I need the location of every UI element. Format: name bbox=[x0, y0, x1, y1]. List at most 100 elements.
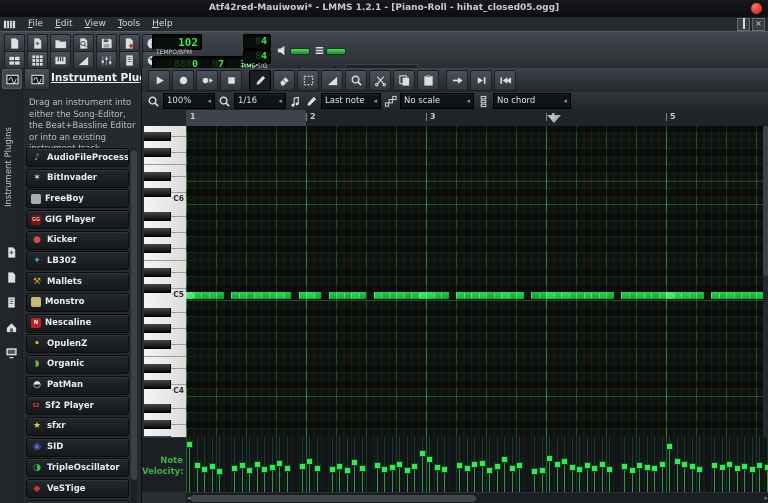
velocity-knob[interactable] bbox=[336, 463, 343, 471]
velocity-knob[interactable] bbox=[231, 465, 238, 473]
play-button[interactable] bbox=[148, 69, 170, 91]
horizontal-scrollbar[interactable]: ◂ ▸ bbox=[186, 492, 768, 503]
instrument-plugins-tab-icon[interactable] bbox=[24, 68, 50, 90]
black-key[interactable] bbox=[144, 420, 171, 429]
new-project-button[interactable] bbox=[4, 34, 25, 52]
velocity-knob[interactable] bbox=[328, 466, 336, 474]
velocity-knob[interactable] bbox=[718, 464, 726, 472]
velocity-line[interactable] bbox=[669, 444, 670, 492]
velocity-knob[interactable] bbox=[456, 462, 463, 470]
toggle-project-notes-button[interactable] bbox=[119, 51, 140, 69]
note[interactable] bbox=[433, 292, 441, 299]
velocity-knob[interactable] bbox=[508, 465, 516, 473]
note[interactable] bbox=[531, 292, 539, 299]
note[interactable] bbox=[328, 292, 336, 299]
note[interactable] bbox=[396, 292, 404, 299]
velocity-knob[interactable] bbox=[298, 463, 306, 471]
export-project-button[interactable] bbox=[119, 34, 140, 52]
velocity-knob[interactable] bbox=[373, 462, 381, 470]
keyboard-octave[interactable]: C5 bbox=[144, 204, 186, 300]
recent-projects-button[interactable] bbox=[50, 34, 71, 52]
black-key[interactable] bbox=[144, 228, 171, 237]
note[interactable] bbox=[238, 292, 246, 299]
note[interactable] bbox=[193, 292, 201, 299]
combo-arrow-icon[interactable]: ◂ bbox=[559, 97, 567, 105]
velocity-knob[interactable] bbox=[493, 463, 501, 471]
velocity-knob[interactable] bbox=[666, 442, 673, 450]
velocity-knob[interactable] bbox=[576, 466, 583, 474]
velocity-knob[interactable] bbox=[553, 461, 561, 469]
note[interactable] bbox=[621, 292, 629, 299]
black-key[interactable] bbox=[144, 380, 171, 389]
keyboard-octave[interactable]: C4 bbox=[144, 300, 186, 396]
note[interactable] bbox=[598, 292, 606, 299]
erase-mode-button[interactable] bbox=[273, 69, 295, 91]
note[interactable] bbox=[426, 292, 434, 299]
note[interactable] bbox=[201, 292, 209, 299]
black-key[interactable] bbox=[144, 284, 171, 293]
plugin-item-sid[interactable]: ◉ SID bbox=[26, 437, 129, 457]
note[interactable] bbox=[568, 292, 576, 299]
toggle-piano-roll-button[interactable] bbox=[50, 51, 71, 69]
velocity-knob[interactable] bbox=[388, 464, 396, 472]
timesig-denominator-display[interactable]: 84 bbox=[243, 49, 271, 64]
black-key[interactable] bbox=[144, 244, 171, 253]
end-marker-button[interactable] bbox=[470, 69, 492, 91]
scroll-right-arrow[interactable]: ▸ bbox=[764, 495, 768, 502]
plugin-item-freeboy[interactable]: FreeBoy bbox=[26, 189, 129, 209]
velocity-knob[interactable] bbox=[261, 466, 268, 474]
piano-keyboard[interactable]: C6 C5 C4 bbox=[144, 126, 188, 437]
chord-combo[interactable]: No chord ◂ bbox=[493, 93, 571, 109]
toggle-song-editor-button[interactable] bbox=[4, 51, 25, 69]
tab-instrument-plugins[interactable] bbox=[2, 69, 22, 89]
plugin-item-sf2-player[interactable]: S2 Sf2 Player bbox=[26, 396, 129, 416]
note[interactable] bbox=[268, 292, 276, 299]
note[interactable] bbox=[381, 292, 389, 299]
scroll-left-arrow[interactable]: ◂ bbox=[187, 495, 191, 502]
plugin-item-vestige[interactable]: ◆ VeSTige bbox=[26, 479, 129, 498]
plugin-item-gig-player[interactable]: GG GIG Player bbox=[26, 210, 129, 230]
velocity-knob[interactable] bbox=[463, 465, 471, 473]
close-window-button[interactable] bbox=[751, 3, 762, 14]
velocity-knob[interactable] bbox=[253, 461, 261, 469]
note[interactable] bbox=[718, 292, 726, 299]
note[interactable] bbox=[643, 292, 651, 299]
zoom-tool-button[interactable] bbox=[345, 69, 367, 91]
combo-arrow-icon[interactable]: ◂ bbox=[274, 97, 282, 105]
velocity-knob[interactable] bbox=[283, 465, 291, 473]
black-key[interactable] bbox=[144, 324, 171, 333]
timeline[interactable]: 1 2 3 4 5 bbox=[186, 110, 768, 127]
note[interactable] bbox=[456, 292, 464, 299]
velocity-knob[interactable] bbox=[583, 462, 591, 470]
black-key[interactable] bbox=[144, 308, 171, 317]
note[interactable] bbox=[313, 292, 321, 299]
velocity-knob[interactable] bbox=[651, 465, 658, 473]
zoom-combo[interactable]: 100% ◂ bbox=[163, 93, 215, 109]
toggle-automation-editor-button[interactable] bbox=[73, 51, 94, 69]
velocity-line[interactable] bbox=[429, 457, 430, 492]
velocity-knob[interactable] bbox=[208, 463, 216, 471]
black-key[interactable] bbox=[144, 404, 171, 413]
note[interactable] bbox=[493, 292, 501, 299]
menu-view[interactable]: View bbox=[79, 19, 112, 29]
velocity-knob[interactable] bbox=[201, 466, 208, 474]
velocity-line[interactable] bbox=[421, 452, 423, 492]
note[interactable] bbox=[441, 292, 449, 299]
timesig-numerator-display[interactable]: 84 bbox=[243, 34, 271, 49]
note[interactable] bbox=[583, 292, 591, 299]
vertical-scrollbar[interactable] bbox=[763, 126, 768, 437]
note[interactable] bbox=[546, 292, 554, 299]
copy-button[interactable] bbox=[393, 69, 415, 91]
note-grid[interactable] bbox=[186, 126, 768, 437]
black-key[interactable] bbox=[144, 132, 171, 141]
velocity-knob[interactable] bbox=[531, 468, 538, 476]
black-key[interactable] bbox=[144, 172, 171, 181]
note[interactable] bbox=[306, 292, 314, 299]
note[interactable] bbox=[561, 292, 569, 299]
note[interactable] bbox=[673, 292, 681, 299]
close-subwindow-button[interactable]: × bbox=[752, 17, 765, 31]
black-key[interactable] bbox=[144, 364, 171, 373]
velocity-knob[interactable] bbox=[636, 462, 643, 470]
master-pitch-handle[interactable] bbox=[326, 48, 346, 55]
keyboard-octave[interactable] bbox=[144, 396, 186, 437]
